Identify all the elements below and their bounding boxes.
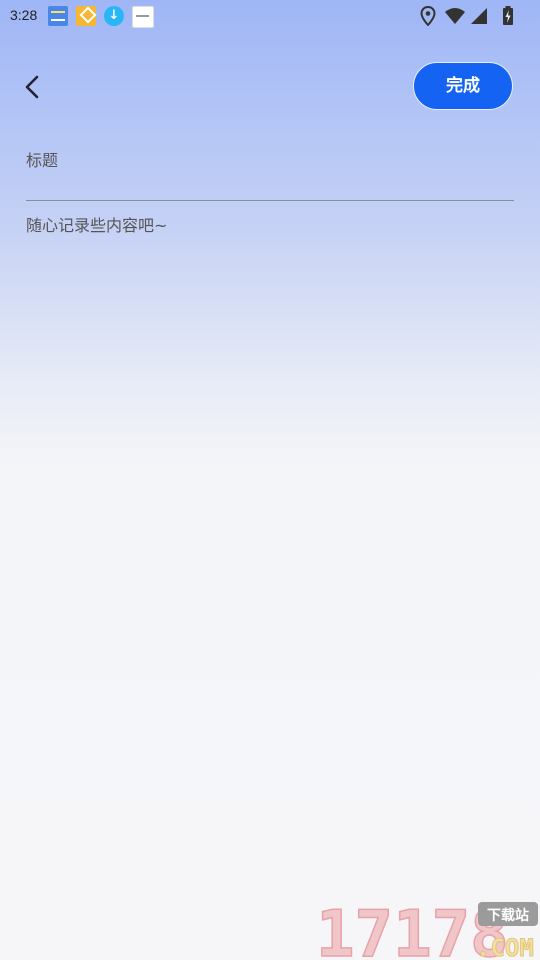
signal-icon <box>471 8 487 24</box>
watermark-logo: 17178 下载站 .COM <box>315 897 538 960</box>
wifi-icon <box>445 8 465 24</box>
location-icon <box>420 6 436 26</box>
done-button[interactable]: 完成 <box>413 62 513 110</box>
game-app-icon <box>76 6 96 26</box>
watermark-suffix: .COM <box>476 934 534 960</box>
download-icon <box>104 6 124 26</box>
battery-charging-icon <box>503 6 513 25</box>
chevron-left-icon <box>25 75 39 99</box>
watermark-badge: 下载站 <box>487 907 529 924</box>
status-bar: 3:28 <box>0 0 540 32</box>
title-divider <box>26 200 514 201</box>
content-input[interactable] <box>26 212 514 812</box>
back-button[interactable] <box>18 70 52 104</box>
browser-app-icon <box>132 6 154 28</box>
news-app-icon <box>48 6 68 26</box>
status-time: 3:28 <box>10 7 38 23</box>
title-input[interactable] <box>26 142 514 182</box>
site-watermark: 17178 下载站 .COM <box>315 897 540 960</box>
